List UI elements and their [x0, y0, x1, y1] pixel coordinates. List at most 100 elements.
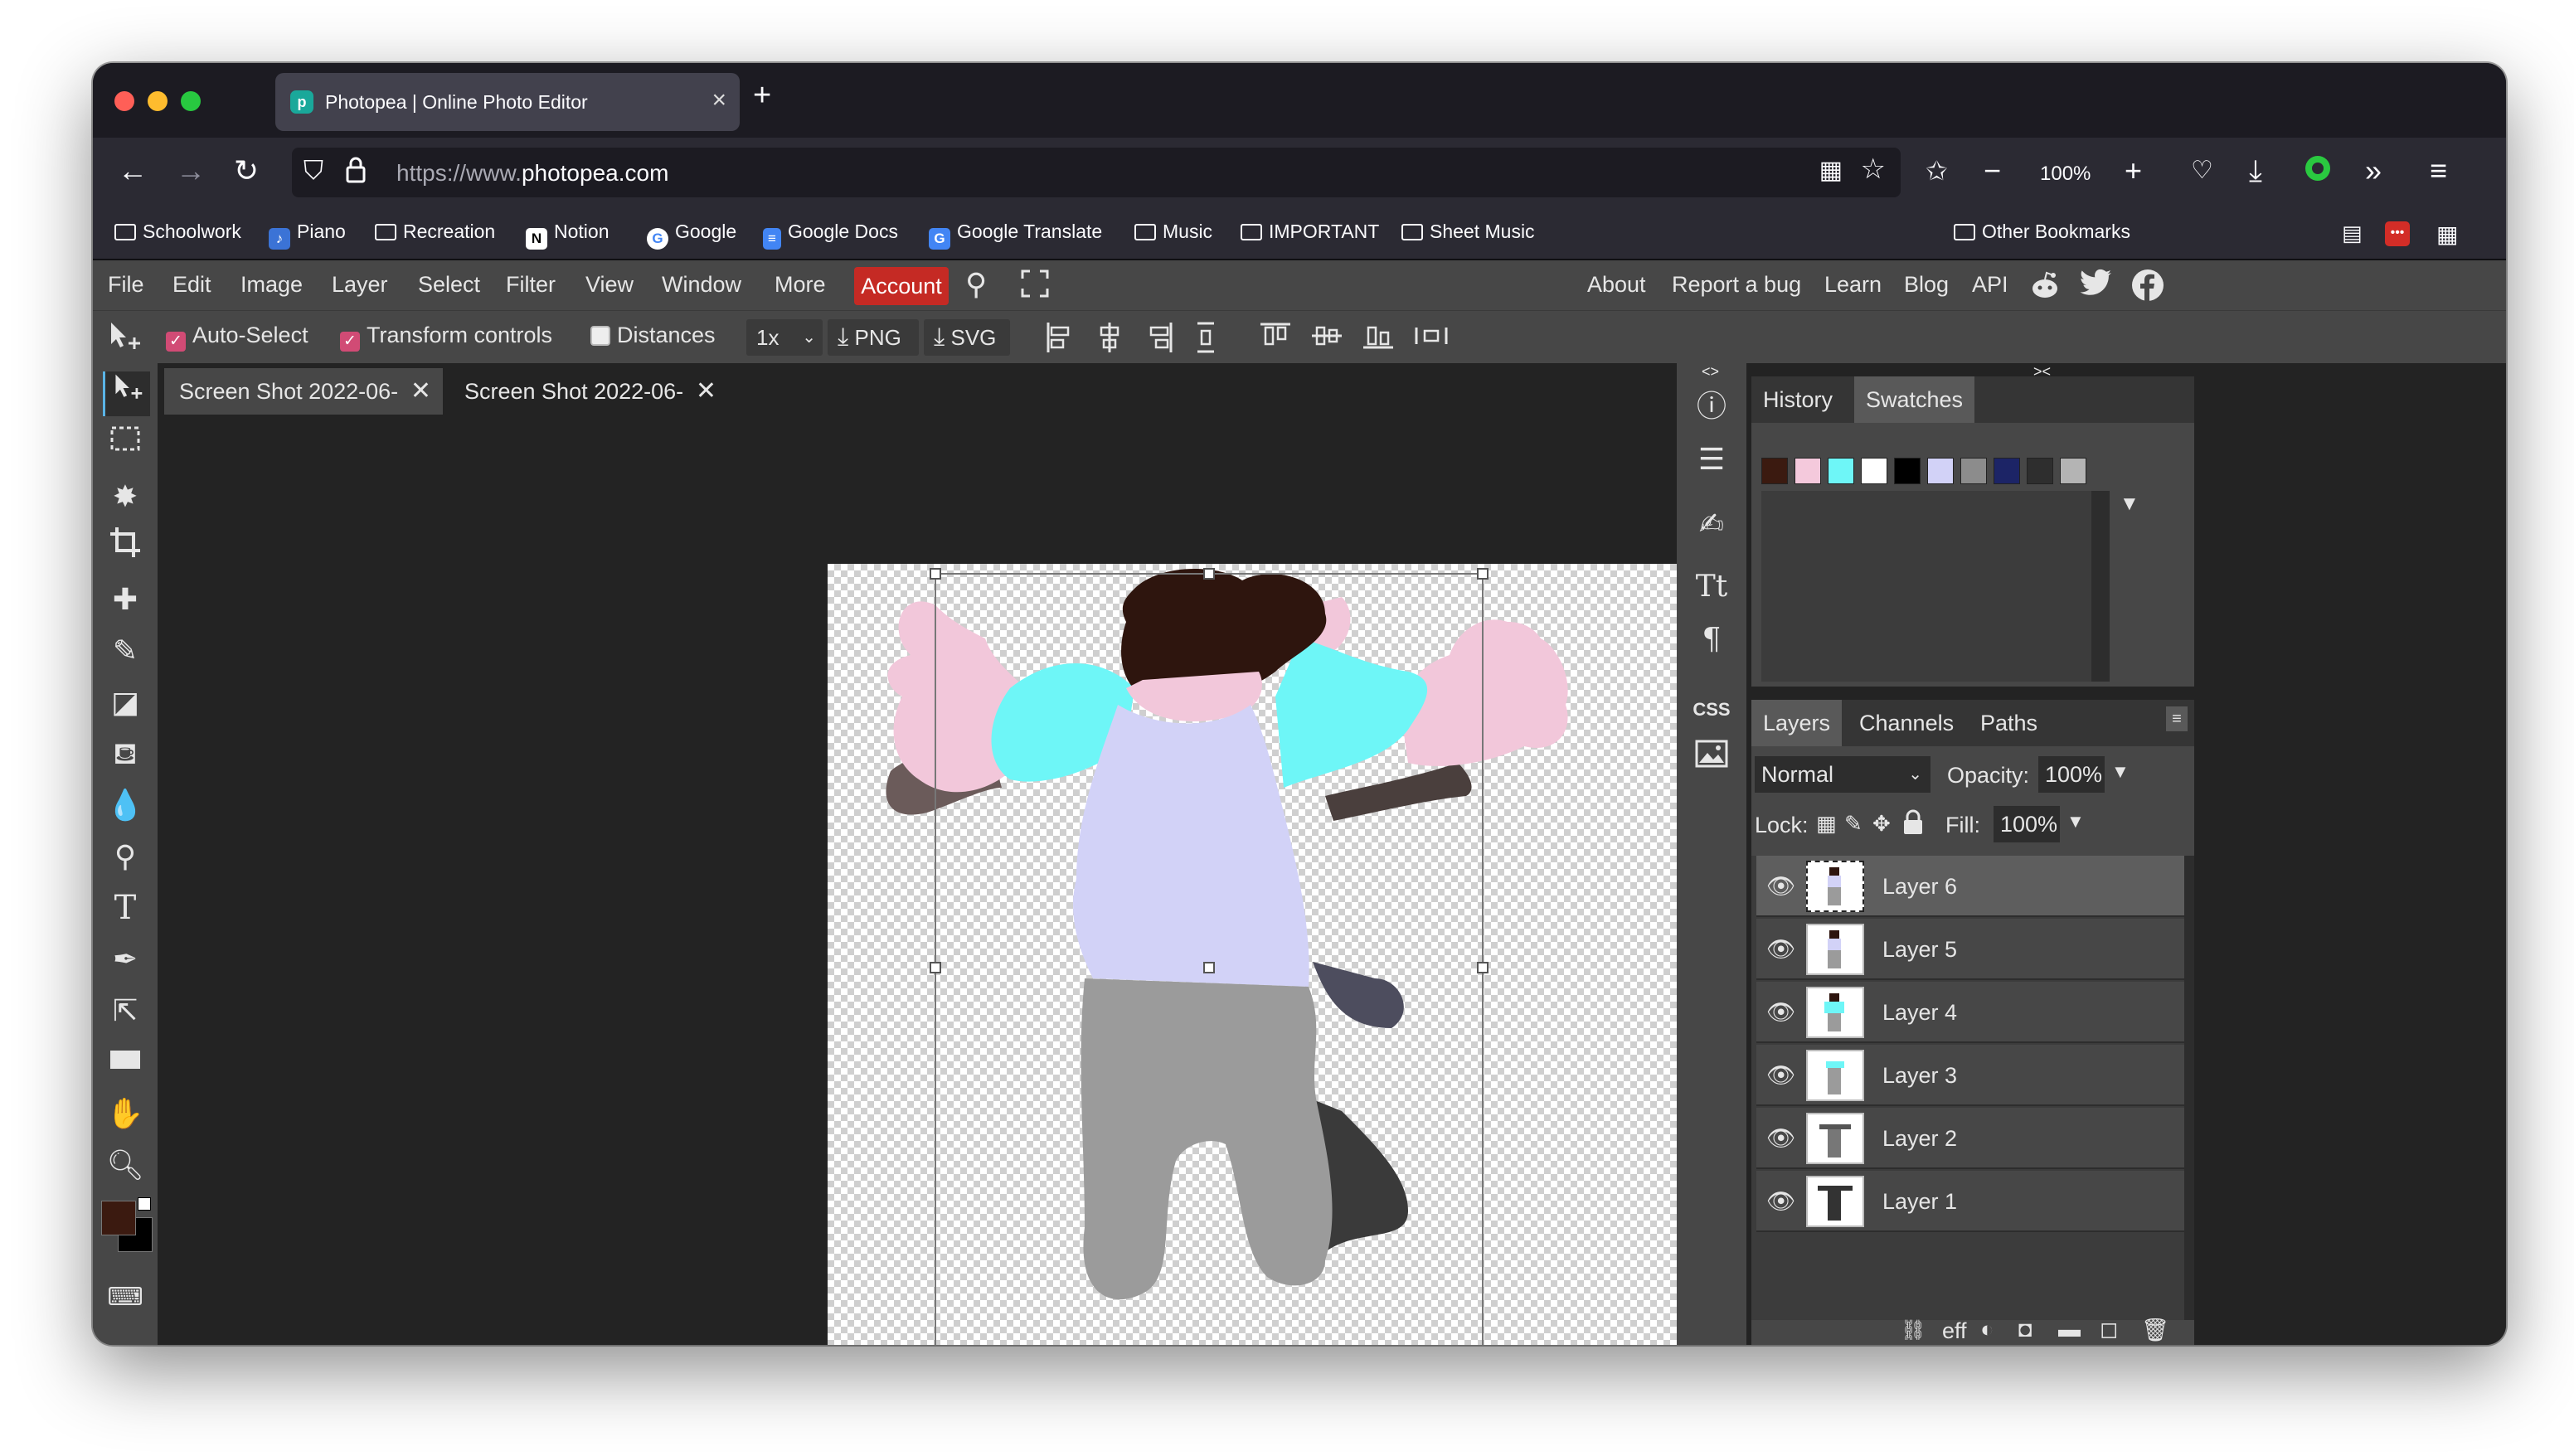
align-right-icon[interactable] [1144, 321, 1174, 360]
zoom-tool-button[interactable]: 🔍︎ [103, 1143, 148, 1187]
brush-tool-button[interactable]: ✎ [103, 629, 148, 673]
new-group-folder-icon[interactable]: ▬ [2058, 1317, 2081, 1342]
close-icon[interactable]: ✕ [696, 368, 716, 415]
transform-controls-checkbox[interactable]: ✓ Transform controls [340, 323, 552, 352]
opacity-input[interactable]: 100% [2038, 756, 2105, 793]
tab-layers[interactable]: Layers [1751, 700, 1843, 746]
swatch[interactable] [1994, 458, 2020, 484]
app-menu-icon[interactable]: ≡ [2430, 151, 2447, 191]
reload-icon[interactable]: ↻ [234, 151, 259, 191]
layer-row-5[interactable]: 👁︎ Layer 5 [1756, 919, 2184, 980]
align-bottom-icon[interactable] [1362, 321, 1395, 357]
color-swatches[interactable] [98, 1197, 153, 1257]
swatches-dropdown-icon[interactable]: ▼ [2120, 493, 2139, 516]
distances-checkbox[interactable]: Distances [590, 323, 716, 348]
layer-row-6[interactable]: 👁︎ Layer 6 [1756, 856, 2184, 917]
tab-paths[interactable]: Paths [1969, 700, 2049, 746]
fullscreen-icon[interactable] [1020, 269, 1050, 304]
menu-layer[interactable]: Layer [332, 272, 388, 298]
bookmark-music[interactable]: Music [1134, 221, 1212, 243]
forward-arrow-icon[interactable]: → [176, 151, 206, 191]
swatch[interactable] [1861, 458, 1887, 484]
visibility-eye-icon[interactable]: 👁︎ [1766, 1189, 1796, 1214]
pen-tool-button[interactable]: ✒ [103, 937, 148, 982]
align-middle-v-icon[interactable] [1310, 321, 1343, 357]
visibility-eye-icon[interactable]: 👁︎ [1766, 1000, 1796, 1025]
menu-report-bug[interactable]: Report a bug [1672, 272, 1801, 298]
zoom-window-button[interactable] [181, 91, 201, 111]
menu-window[interactable]: Window [662, 272, 741, 298]
menu-file[interactable]: File [108, 272, 144, 298]
delete-layer-trash-icon[interactable]: 🗑︎ [2141, 1317, 2169, 1343]
layer-row-3[interactable]: 👁︎ Layer 3 [1756, 1045, 2184, 1106]
grid-apps-icon[interactable]: ▦ [2436, 221, 2458, 248]
document-tab-1[interactable]: Screen Shot 2022-06- ✕ [164, 368, 443, 415]
extensions-icon[interactable]: ✩ [1926, 151, 1948, 191]
visibility-eye-icon[interactable]: 👁︎ [1766, 1063, 1796, 1088]
lock-position-icon[interactable]: ✥ [1872, 811, 1891, 837]
crop-tool-button[interactable] [103, 526, 148, 570]
info-icon[interactable]: ⓘ [1688, 383, 1735, 430]
menu-edit[interactable]: Edit [172, 272, 211, 298]
link-layers-icon[interactable]: ⛓ [1901, 1318, 1926, 1342]
transform-handle[interactable] [1477, 962, 1489, 973]
move-tool-button[interactable] [103, 371, 150, 416]
reddit-icon[interactable] [2028, 269, 2062, 308]
menu-filter[interactable]: Filter [506, 272, 556, 298]
url-bar[interactable]: ⛉ https://www.photopea.com ▦ ☆ [292, 148, 1901, 197]
export-png-button[interactable]: ⤓ PNG [828, 319, 919, 356]
transform-handle[interactable] [1477, 568, 1489, 580]
menu-learn[interactable]: Learn [1824, 272, 1882, 298]
default-colors-icon[interactable] [138, 1197, 151, 1211]
layer-row-1[interactable]: 👁︎ Layer 1 [1756, 1171, 2184, 1232]
visibility-eye-icon[interactable]: 👁︎ [1766, 1126, 1796, 1151]
layers-scrollbar[interactable] [2184, 856, 2194, 1320]
visibility-eye-icon[interactable]: 👁︎ [1766, 874, 1796, 899]
layers-panel-menu-icon[interactable]: ≡ [2166, 706, 2188, 731]
blur-tool-button[interactable]: 💧 [103, 783, 148, 827]
extension-circle-icon[interactable] [2305, 156, 2330, 181]
swatches-scrollbar[interactable] [2091, 491, 2110, 682]
swatch[interactable] [1761, 458, 1788, 484]
swatch[interactable] [1795, 458, 1821, 484]
lock-transparency-icon[interactable]: ▦ [1816, 811, 1837, 837]
foreground-color-swatch[interactable] [101, 1201, 136, 1235]
transform-handle[interactable] [1203, 568, 1215, 580]
search-icon[interactable]: ⚲ [965, 267, 987, 302]
blend-mode-select[interactable]: Normal ⌄ [1755, 756, 1931, 793]
bookmark-star-icon[interactable]: ☆ [1861, 153, 1886, 186]
image-icon[interactable] [1688, 735, 1735, 781]
menu-more[interactable]: More [775, 272, 826, 298]
bookmark-google[interactable]: G Google [647, 221, 736, 250]
swatch[interactable] [2060, 458, 2086, 484]
bookmark-other[interactable]: Other Bookmarks [1954, 221, 2130, 243]
close-window-button[interactable] [114, 91, 134, 111]
lastpass-icon[interactable]: ••• [2385, 219, 2410, 246]
css-icon[interactable]: CSS [1688, 687, 1735, 733]
magic-wand-tool-button[interactable]: ✸ [103, 474, 148, 519]
export-scale-select[interactable]: 1x ⌄ [746, 319, 823, 356]
lock-pixels-icon[interactable]: ✎ [1844, 811, 1863, 837]
bookmark-google-translate[interactable]: G Google Translate [929, 221, 1102, 250]
text-tool-button[interactable]: T [103, 886, 148, 930]
visibility-eye-icon[interactable]: 👁︎ [1766, 937, 1796, 962]
layer-effects-icon[interactable]: eff [1942, 1318, 1967, 1344]
lock-icon[interactable] [345, 156, 367, 188]
export-svg-button[interactable]: ⤓ SVG [924, 319, 1010, 356]
zoom-in-icon[interactable]: + [2125, 151, 2142, 191]
menu-image[interactable]: Image [240, 272, 303, 298]
menu-select[interactable]: Select [418, 272, 480, 298]
fill-input[interactable]: 100% [1994, 806, 2060, 842]
brush-settings-icon[interactable]: ✍ [1688, 501, 1735, 547]
layer-row-4[interactable]: 👁︎ Layer 4 [1756, 982, 2184, 1043]
minimize-window-button[interactable] [148, 91, 168, 111]
zoom-out-icon[interactable]: − [1984, 151, 2001, 191]
account-button[interactable]: Account [854, 267, 949, 305]
menu-api[interactable]: API [1972, 272, 2008, 298]
menu-about[interactable]: About [1587, 272, 1646, 298]
marquee-tool-button[interactable] [103, 423, 148, 468]
distribute-horizontal-icon[interactable] [1413, 321, 1450, 357]
eraser-tool-button[interactable]: ◪ [103, 680, 148, 725]
swatch[interactable] [1960, 458, 1987, 484]
align-center-h-icon[interactable] [1095, 321, 1124, 360]
